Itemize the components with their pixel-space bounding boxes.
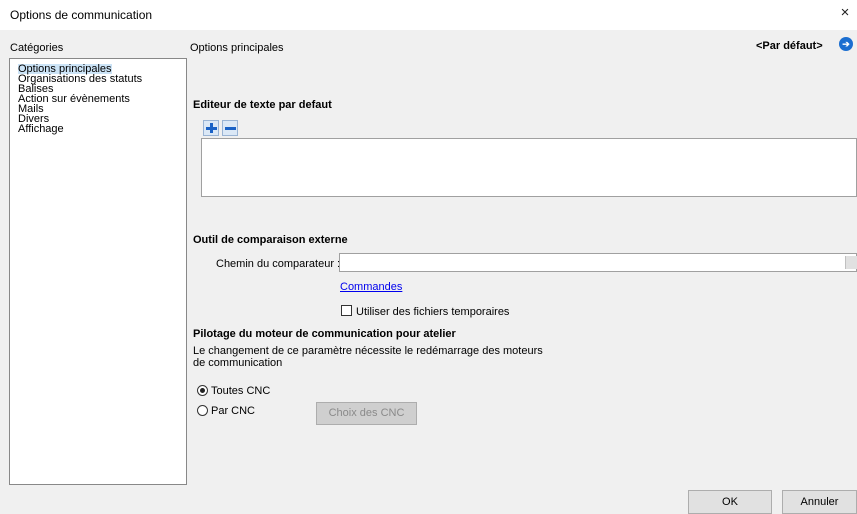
window-title: Options de communication — [10, 8, 153, 22]
cancel-button[interactable]: Annuler — [782, 490, 857, 514]
category-item-affichage[interactable]: Affichage — [18, 124, 64, 135]
radio-par-cnc-label: Par CNC — [211, 405, 256, 417]
section-title: Options principales — [190, 42, 284, 54]
pilot-section-title: Pilotage du moteur de communication pour… — [193, 328, 456, 340]
pilot-note-line-1: Le changement de ce paramètre nécessite … — [193, 345, 543, 357]
editor-list[interactable] — [201, 138, 857, 197]
temp-files-checkbox[interactable] — [341, 305, 352, 316]
radio-toutes-cnc[interactable] — [197, 385, 208, 396]
ok-button[interactable]: OK — [688, 490, 772, 514]
pilot-note-line-2: de communication — [193, 357, 283, 369]
compare-section-title: Outil de comparaison externe — [193, 234, 348, 246]
choose-cnc-button[interactable]: Choix des CNC — [316, 402, 417, 425]
comparator-path-label: Chemin du comparateur : — [216, 258, 341, 270]
radio-par-cnc[interactable] — [197, 405, 208, 416]
commands-link[interactable]: Commandes — [340, 281, 402, 293]
categories-list[interactable]: Options principales Organisations des st… — [9, 58, 187, 485]
close-icon[interactable]: × — [837, 5, 853, 21]
default-profile-label: <Par défaut> — [756, 40, 823, 52]
remove-icon[interactable] — [222, 120, 238, 136]
comparator-path-input[interactable] — [339, 253, 857, 272]
editor-section-title: Editeur de texte par defaut — [193, 99, 332, 111]
categories-header: Catégories — [10, 42, 64, 54]
add-icon[interactable] — [203, 120, 219, 136]
browse-button[interactable] — [845, 256, 857, 269]
arrow-circle-icon[interactable]: ➔ — [839, 37, 853, 51]
temp-files-label: Utiliser des fichiers temporaires — [356, 306, 510, 318]
radio-toutes-cnc-label: Toutes CNC — [211, 385, 271, 397]
